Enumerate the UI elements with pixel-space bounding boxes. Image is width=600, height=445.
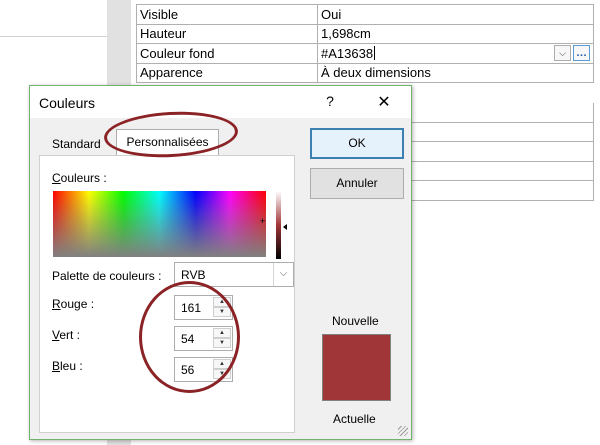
colors-label: Couleurs :: [52, 171, 107, 185]
cancel-button[interactable]: Annuler: [310, 168, 404, 199]
colors-label-mnemonic: C: [52, 171, 61, 185]
spin-up-icon[interactable]: ▲: [213, 328, 231, 338]
blue-value[interactable]: 56: [181, 363, 194, 377]
color-spectrum[interactable]: +: [53, 191, 266, 257]
property-value[interactable]: À deux dimensions: [317, 62, 594, 83]
help-button[interactable]: ?: [319, 93, 341, 111]
pane-divider: [0, 36, 107, 37]
background-color-value: #A13638: [321, 45, 374, 61]
green-spin-buttons[interactable]: ▲ ▼: [213, 328, 231, 349]
spin-up-icon[interactable]: ▲: [213, 359, 231, 369]
property-row[interactable]: Visible Oui: [136, 4, 594, 25]
custom-colors-panel: Couleurs : + Palette de couleurs : RVB ⌵…: [39, 155, 295, 433]
tab-custom[interactable]: Personnalisées: [116, 129, 219, 155]
red-stepper[interactable]: 161 ▲ ▼: [174, 295, 233, 320]
luminance-arrow-icon[interactable]: [283, 224, 287, 230]
builder-button[interactable]: …: [573, 45, 590, 61]
property-name: Apparence: [136, 62, 318, 83]
green-label-text: ert :: [59, 328, 81, 342]
red-value[interactable]: 161: [181, 301, 201, 315]
crosshair-icon[interactable]: +: [260, 217, 267, 226]
red-label: Rouge :: [52, 297, 94, 311]
spin-down-icon[interactable]: ▼: [213, 307, 231, 317]
spin-down-icon[interactable]: ▼: [213, 338, 231, 348]
property-row[interactable]: Apparence À deux dimensions: [136, 62, 594, 83]
green-value[interactable]: 54: [181, 332, 194, 346]
palette-select[interactable]: RVB ⌵: [174, 262, 294, 287]
red-spin-buttons[interactable]: ▲ ▼: [213, 297, 231, 318]
property-row[interactable]: Hauteur 1,698cm: [136, 23, 594, 44]
blue-stepper[interactable]: 56 ▲ ▼: [174, 357, 233, 382]
spin-up-icon[interactable]: ▲: [213, 297, 231, 307]
green-label: Vert :: [52, 328, 80, 342]
resize-grip-icon[interactable]: [398, 426, 408, 436]
property-name: Couleur fond: [136, 43, 318, 64]
spin-down-icon[interactable]: ▼: [213, 369, 231, 379]
red-label-text: ouge :: [60, 297, 95, 311]
property-table: Visible Oui Hauteur 1,698cm Couleur fond…: [136, 4, 594, 83]
property-name: Visible: [136, 4, 318, 25]
new-color-label: Nouvelle: [332, 314, 379, 328]
ok-button[interactable]: OK: [310, 128, 404, 159]
chevron-down-icon[interactable]: ⌵: [554, 45, 571, 61]
blue-label-text: leu :: [60, 359, 83, 373]
dialog-title: Couleurs: [39, 95, 96, 111]
text-caret: [374, 45, 376, 60]
blue-spin-buttons[interactable]: ▲ ▼: [213, 359, 231, 380]
palette-label: Palette de couleurs :: [52, 269, 162, 283]
colors-label-text: ouleurs :: [60, 171, 107, 185]
green-stepper[interactable]: 54 ▲ ▼: [174, 326, 233, 351]
close-icon[interactable]: ✕: [370, 92, 398, 112]
property-value[interactable]: Oui: [317, 4, 594, 25]
current-color-label: Actuelle: [333, 412, 376, 426]
property-row-background-color[interactable]: Couleur fond #A13638 ⌵ …: [136, 43, 594, 64]
color-preview: [322, 334, 391, 401]
luminance-slider[interactable]: [276, 191, 281, 259]
tab-standard[interactable]: Standard: [52, 137, 101, 151]
palette-value: RVB: [181, 268, 206, 282]
chevron-down-icon[interactable]: ⌵: [273, 263, 293, 286]
property-name: Hauteur: [136, 23, 318, 44]
blue-label-mnemonic: B: [52, 359, 61, 373]
property-value[interactable]: 1,698cm: [317, 23, 594, 44]
dialog-titlebar[interactable]: Couleurs ? ✕: [30, 86, 411, 118]
red-label-mnemonic: R: [52, 297, 61, 311]
colors-dialog: Couleurs ? ✕ Standard Personnalisées Cou…: [29, 85, 412, 440]
background-color-field[interactable]: #A13638 ⌵ …: [317, 43, 594, 64]
blue-label: Bleu :: [52, 359, 83, 373]
